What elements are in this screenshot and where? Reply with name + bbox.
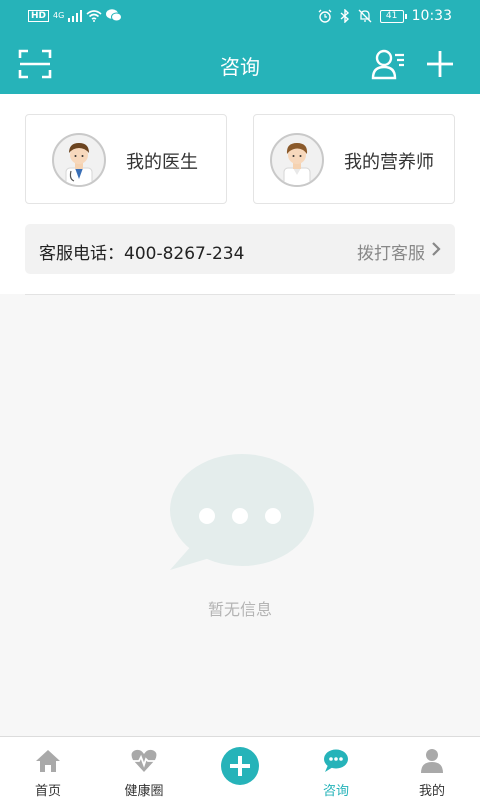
status-left: HD 4G <box>28 9 123 22</box>
customer-service-hotline[interactable]: 客服电话：400-8267-234 拨打客服 <box>25 224 455 274</box>
network-type: 4G <box>53 10 65 20</box>
hd-badge: HD <box>28 9 50 22</box>
tab-consult-label: 咨询 <box>322 784 349 799</box>
bottom-tab-bar: 首页 健康圈 咨询 我的 <box>0 736 480 800</box>
bluetooth-icon <box>340 9 349 23</box>
heart-pulse-icon <box>131 749 157 772</box>
add-circle-icon[interactable] <box>221 747 259 785</box>
my-nutritionist-label: 我的营养师 <box>344 152 434 173</box>
chat-icon <box>324 749 348 772</box>
my-doctor-label: 我的医生 <box>126 152 198 173</box>
contacts-icon[interactable] <box>370 47 406 81</box>
my-doctor-card[interactable]: 我的医生 <box>25 114 227 204</box>
tab-mine-label: 我的 <box>418 784 445 799</box>
call-service-button[interactable]: 拨打客服 <box>357 239 425 264</box>
empty-state-text: 暂无信息 <box>207 600 272 619</box>
alarm-icon <box>318 9 332 23</box>
user-icon <box>421 749 443 773</box>
hotline-text: 客服电话：400-8267-234 <box>39 244 245 264</box>
tab-health-circle-label: 健康圈 <box>124 784 164 799</box>
wechat-icon <box>106 9 123 22</box>
divider <box>25 294 455 295</box>
nutritionist-avatar-icon <box>270 133 324 187</box>
status-right: 41 10:33 <box>318 8 452 24</box>
status-bar: HD 4G 41 10:33 <box>0 0 480 34</box>
clock: 10:33 <box>411 8 452 24</box>
chat-bubble-icon <box>170 454 314 570</box>
chevron-right-icon <box>432 242 441 256</box>
my-nutritionist-card[interactable]: 我的营养师 <box>253 114 455 204</box>
tab-health-circle[interactable]: 健康圈 <box>96 737 192 800</box>
tab-mine[interactable]: 我的 <box>384 737 480 800</box>
page-title: 咨询 <box>220 55 260 79</box>
app-header: 咨询 <box>0 34 480 94</box>
mute-icon <box>358 9 372 23</box>
tab-home-label: 首页 <box>34 784 61 799</box>
tab-home[interactable]: 首页 <box>0 737 96 800</box>
battery-icon: 41 <box>379 9 407 23</box>
doctor-avatar-icon <box>52 133 106 187</box>
home-icon <box>36 750 60 772</box>
signal-icon <box>68 9 83 22</box>
plus-icon[interactable] <box>424 48 456 80</box>
tab-consult[interactable]: 咨询 <box>288 737 384 800</box>
top-section: 我的医生 我的营养师 客服电话：400-8267-234 拨打客服 <box>0 94 480 294</box>
wifi-icon <box>86 9 102 22</box>
